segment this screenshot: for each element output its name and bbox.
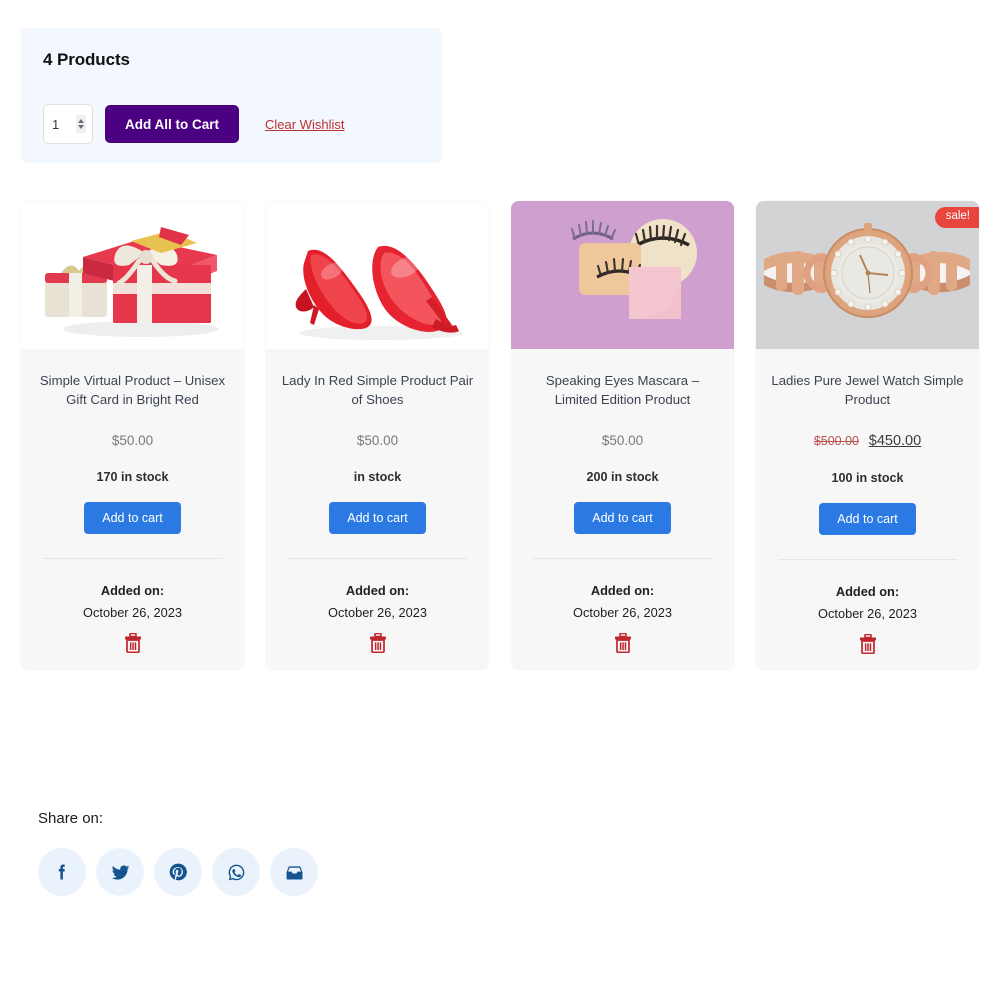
red-high-heel-shoes-image [266,201,489,349]
product-card-body: Speaking Eyes Mascara – Limited Edition … [511,371,734,653]
card-divider [43,558,222,559]
product-stock: 170 in stock [96,470,169,484]
facebook-icon[interactable] [52,862,72,882]
product-card[interactable]: Lady In Red Simple Product Pair of Shoes… [266,201,489,670]
remove-product-button[interactable] [280,633,475,653]
chevron-down-icon[interactable] [78,125,84,129]
product-image[interactable]: sale! [756,201,979,349]
email-icon[interactable] [284,862,305,883]
product-stock: 100 in stock [831,471,904,485]
added-on-date: October 26, 2023 [83,605,182,620]
chevron-up-icon[interactable] [78,119,84,123]
wishlist-header: 4 Products Add All to Cart Clear Wishlis… [21,28,442,163]
added-on-label: Added on: [835,584,900,599]
added-on-label: Added on: [345,583,410,598]
share-email-button[interactable] [270,848,318,896]
trash-icon[interactable] [124,633,142,653]
product-image[interactable] [21,201,244,349]
quantity-spinner[interactable] [76,115,86,133]
product-price: $500.00 $450.00 [770,433,965,449]
whatsapp-icon[interactable] [226,862,247,883]
share-pinterest-button[interactable] [154,848,202,896]
wishlist-actions: Add All to Cart Clear Wishlist [43,104,420,144]
quantity-input[interactable] [50,116,76,132]
product-price: $50.00 [356,433,399,448]
product-title: Lady In Red Simple Product Pair of Shoes [281,373,474,407]
remove-product-button[interactable] [525,633,720,653]
share-buttons [38,848,318,896]
wishlist-page: 4 Products Add All to Cart Clear Wishlis… [0,0,1000,981]
trash-icon[interactable] [614,633,632,653]
added-on-label: Added on: [590,583,655,598]
card-divider [288,558,467,559]
product-card[interactable]: Simple Virtual Product – Unisex Gift Car… [21,201,244,670]
product-grid: Simple Virtual Product – Unisex Gift Car… [21,201,981,670]
product-card-body: Lady In Red Simple Product Pair of Shoes… [266,371,489,653]
added-on-label: Added on: [100,583,165,598]
share-section: Share on: [38,810,318,896]
product-card-body: Ladies Pure Jewel Watch Simple Product $… [756,371,979,654]
share-whatsapp-button[interactable] [212,848,260,896]
product-title: Speaking Eyes Mascara – Limited Edition … [545,373,700,407]
remove-product-button[interactable] [35,633,230,653]
share-facebook-button[interactable] [38,848,86,896]
product-image[interactable] [266,201,489,349]
remove-product-button[interactable] [770,634,965,654]
add-to-cart-button[interactable]: Add to cart [84,502,181,534]
add-to-cart-button[interactable]: Add to cart [574,502,671,534]
sale-price: $450.00 [868,433,922,449]
trash-icon[interactable] [369,633,387,653]
add-all-to-cart-button[interactable]: Add All to Cart [105,105,239,143]
card-divider [778,559,957,560]
product-stock: 200 in stock [586,470,659,484]
sale-badge: sale! [934,207,979,228]
card-divider [533,558,712,559]
add-to-cart-button[interactable]: Add to cart [329,502,426,534]
original-price: $500.00 [813,434,859,448]
added-on-date: October 26, 2023 [328,605,427,620]
product-card[interactable]: sale! Ladies Pure Jewel Watch Simple Pro… [756,201,979,670]
pinterest-icon[interactable] [168,862,188,882]
product-card[interactable]: Speaking Eyes Mascara – Limited Edition … [511,201,734,670]
twitter-icon[interactable] [110,862,131,883]
quantity-stepper[interactable] [43,104,93,144]
added-on-date: October 26, 2023 [573,605,672,620]
product-price: $50.00 [111,433,154,448]
page-title: 4 Products [43,50,130,69]
product-image[interactable] [511,201,734,349]
product-card-body: Simple Virtual Product – Unisex Gift Car… [21,371,244,653]
product-title: Simple Virtual Product – Unisex Gift Car… [39,373,226,407]
share-label: Share on: [38,810,104,827]
product-price: $50.00 [601,433,644,448]
clear-wishlist-link[interactable]: Clear Wishlist [265,117,344,132]
share-twitter-button[interactable] [96,848,144,896]
added-on-date: October 26, 2023 [818,606,917,621]
red-gift-boxes-image [21,201,244,349]
trash-icon[interactable] [859,634,877,654]
product-stock: in stock [353,470,402,484]
product-title: Ladies Pure Jewel Watch Simple Product [771,373,964,407]
false-eyelashes-on-pink-image [511,201,734,349]
add-to-cart-button[interactable]: Add to cart [819,503,916,535]
